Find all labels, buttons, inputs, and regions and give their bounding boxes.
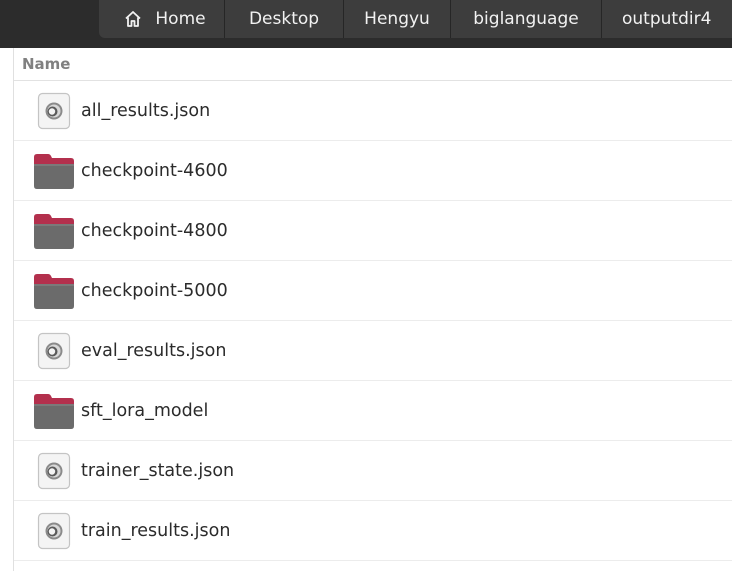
- breadcrumb-desktop[interactable]: Desktop: [224, 0, 343, 38]
- breadcrumb-label: Hengyu: [364, 9, 430, 29]
- breadcrumb-outputdir4[interactable]: outputdir4: [601, 0, 732, 38]
- json-file-icon: [31, 91, 77, 131]
- json-file-icon: [31, 451, 77, 491]
- toolbar: Home Desktop Hengyu biglanguage outputdi…: [0, 0, 732, 48]
- file-row[interactable]: checkpoint-4600: [14, 141, 732, 201]
- json-file-icon: [31, 331, 77, 371]
- breadcrumb-label: biglanguage: [473, 9, 579, 29]
- folder-icon: [31, 211, 77, 251]
- path-bar: Home Desktop Hengyu biglanguage outputdi…: [99, 0, 732, 38]
- breadcrumb-label: outputdir4: [622, 9, 712, 29]
- file-row[interactable]: checkpoint-5000: [14, 261, 732, 321]
- column-header-name[interactable]: Name: [14, 48, 732, 81]
- breadcrumb-biglanguage[interactable]: biglanguage: [450, 0, 601, 38]
- breadcrumb-hengyu[interactable]: Hengyu: [343, 0, 450, 38]
- json-file-icon: [31, 511, 77, 551]
- file-name: trainer_state.json: [81, 460, 235, 481]
- folder-icon: [31, 391, 77, 431]
- folder-icon: [31, 151, 77, 191]
- file-name: checkpoint-4600: [81, 160, 228, 181]
- file-row[interactable]: eval_results.json: [14, 321, 732, 381]
- breadcrumb-label: Desktop: [248, 9, 320, 29]
- file-list: Name all_results.json checkpoint-4600 ch…: [13, 48, 732, 571]
- breadcrumb-home[interactable]: Home: [99, 0, 224, 38]
- column-header-label: Name: [22, 55, 71, 73]
- breadcrumb-label: Home: [155, 9, 206, 29]
- file-name: all_results.json: [81, 100, 211, 121]
- file-rows: all_results.json checkpoint-4600 checkpo…: [14, 81, 732, 561]
- folder-icon: [31, 271, 77, 311]
- file-row[interactable]: checkpoint-4800: [14, 201, 732, 261]
- file-name: checkpoint-4800: [81, 220, 228, 241]
- file-name: train_results.json: [81, 520, 231, 541]
- file-name: eval_results.json: [81, 340, 227, 361]
- file-name: sft_lora_model: [81, 400, 209, 421]
- file-row[interactable]: trainer_state.json: [14, 441, 732, 501]
- file-row[interactable]: all_results.json: [14, 81, 732, 141]
- file-row[interactable]: sft_lora_model: [14, 381, 732, 441]
- file-row[interactable]: train_results.json: [14, 501, 732, 561]
- file-name: checkpoint-5000: [81, 280, 228, 301]
- home-icon: [123, 9, 143, 29]
